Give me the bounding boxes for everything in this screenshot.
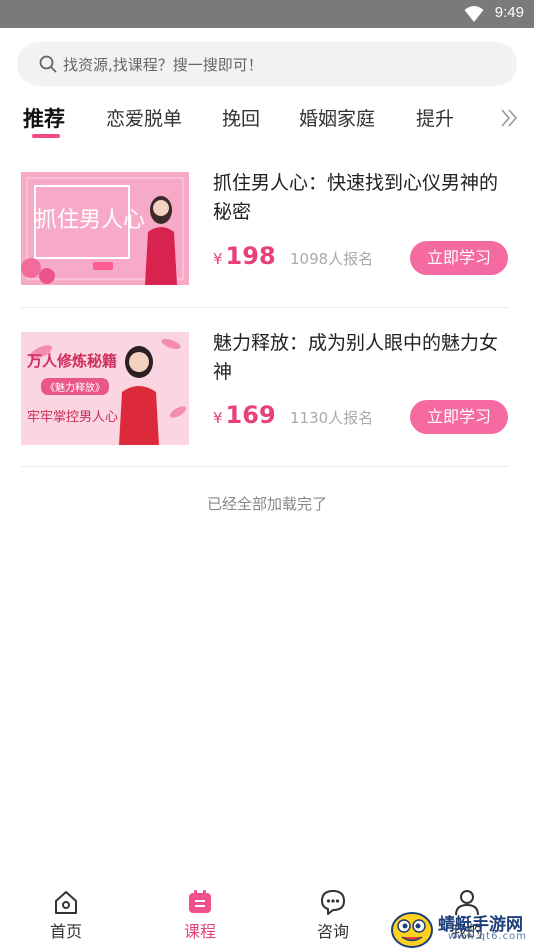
course-card[interactable]: 抓住男人心 抓住男人心：快速找到心仪男神的秘密 ¥198 1098人报名 立即学…: [0, 160, 534, 318]
currency-symbol: ¥: [213, 250, 223, 268]
tab-recommend[interactable]: 推荐: [23, 103, 65, 133]
double-chevron-right-icon[interactable]: [498, 106, 520, 130]
price-value: 198: [225, 242, 276, 270]
course-thumbnail[interactable]: 抓住男人心: [21, 172, 189, 285]
home-icon: [55, 891, 77, 914]
tab-win-back[interactable]: 挽回: [222, 104, 260, 131]
nav-courses-label: 课程: [183, 922, 216, 941]
chat-icon: [321, 890, 345, 915]
search-icon: [39, 55, 57, 73]
thumbnail-tagline: 牢牢掌控男人心: [27, 410, 119, 425]
thumbnail-title: 抓住男人心: [35, 208, 146, 233]
currency-symbol: ¥: [213, 409, 223, 427]
active-tab-indicator: [32, 134, 60, 138]
thumbnail-title: 万人修炼秘籍: [27, 352, 118, 370]
course-title[interactable]: 抓住男人心：快速找到心仪男神的秘密: [213, 169, 513, 227]
calendar-icon: [189, 890, 211, 913]
start-learning-button[interactable]: 立即学习: [410, 241, 508, 275]
divider: [21, 307, 509, 308]
wifi-icon: [464, 6, 484, 22]
watermark-url: www.qt6.com: [448, 931, 527, 942]
course-price: ¥169: [213, 401, 276, 429]
course-price: ¥198: [213, 242, 276, 270]
list-end-text: 已经全部加载完了: [206, 495, 327, 513]
search-bar[interactable]: 找资源,找课程？搜一搜即可！: [17, 42, 517, 86]
tab-marriage[interactable]: 婚姻家庭: [299, 104, 375, 131]
nav-home[interactable]: 首页: [21, 882, 111, 949]
search-input[interactable]: 找资源,找课程？搜一搜即可！: [63, 54, 263, 75]
tab-improve[interactable]: 提升: [416, 104, 454, 131]
nav-courses[interactable]: 课程: [155, 882, 245, 949]
divider: [21, 466, 509, 467]
category-tabs: 推荐 恋爱脱单 挽回 婚姻家庭 提升: [0, 100, 534, 140]
course-thumbnail[interactable]: 万人修炼秘籍 《魅力释放》 牢牢掌控男人心: [21, 332, 189, 445]
start-learning-button[interactable]: 立即学习: [410, 400, 508, 434]
tab-dating[interactable]: 恋爱脱单: [106, 104, 182, 131]
course-title[interactable]: 魅力释放：成为别人眼中的魅力女神: [213, 329, 513, 387]
enrollment-count: 1130人报名: [290, 409, 374, 427]
watermark: 蜻蜓手游网 www.qt6.com: [388, 906, 534, 949]
nav-home-label: 首页: [49, 922, 82, 941]
status-bar: 9:49: [0, 0, 534, 28]
clock: 9:49: [494, 4, 524, 21]
dragonfly-logo-icon: [391, 912, 433, 948]
nav-consult-label: 咨询: [316, 922, 349, 941]
nav-consult[interactable]: 咨询: [288, 882, 378, 949]
enrollment-count: 1098人报名: [290, 250, 374, 268]
course-card[interactable]: 万人修炼秘籍 《魅力释放》 牢牢掌控男人心 魅力释放：成为别人眼中的魅力女神 ¥…: [0, 318, 534, 476]
price-value: 169: [225, 401, 276, 429]
thumbnail-subtitle: 《魅力释放》: [41, 378, 109, 395]
